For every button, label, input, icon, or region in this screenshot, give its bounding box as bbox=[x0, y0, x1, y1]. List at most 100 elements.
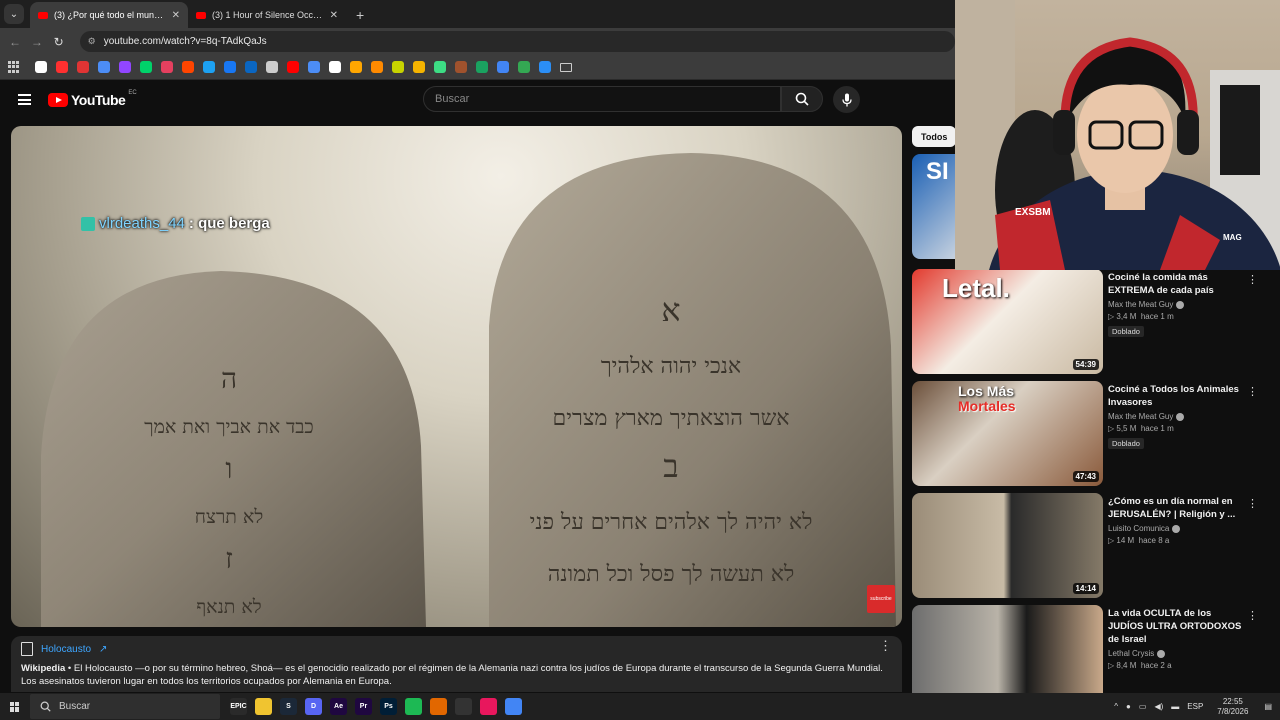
more-options-icon[interactable]: ⋮ bbox=[879, 639, 892, 652]
volume-icon[interactable]: ◀) bbox=[1154, 702, 1163, 711]
video-thumbnail[interactable]: Los Más Mortales 47:43 bbox=[912, 381, 1103, 486]
video-title[interactable]: Cociné a Todos los Animales Invasores bbox=[1108, 383, 1248, 409]
more-options-icon[interactable]: ⋮ bbox=[1247, 385, 1258, 398]
channel-name[interactable]: Max the Meat Guy bbox=[1108, 300, 1248, 309]
notifications-icon[interactable]: ▤ bbox=[1264, 702, 1272, 711]
channel-name[interactable]: Max the Meat Guy bbox=[1108, 412, 1248, 421]
recommendation-item[interactable]: 14:14 ¿Cómo es un día normal en JERUSALÉ… bbox=[912, 493, 1280, 598]
search-button[interactable] bbox=[781, 86, 823, 112]
video-thumbnail[interactable]: Letal. 54:39 bbox=[912, 269, 1103, 374]
bookmark-icon[interactable] bbox=[161, 61, 173, 73]
bookmark-icon[interactable] bbox=[350, 61, 362, 73]
bookmark-icon[interactable] bbox=[35, 61, 47, 73]
channel-name[interactable]: Luisito Comunica bbox=[1108, 524, 1248, 533]
bookmark-icon[interactable] bbox=[224, 61, 236, 73]
forward-button[interactable]: → bbox=[26, 35, 48, 49]
search-input[interactable]: Buscar bbox=[423, 86, 781, 112]
recommendation-item[interactable]: Letal. 54:39 Cociné la comida más EXTREM… bbox=[912, 269, 1280, 374]
apps-grid-icon[interactable] bbox=[8, 61, 20, 73]
bookmark-icon[interactable] bbox=[140, 61, 152, 73]
network-icon[interactable]: ▭ bbox=[1139, 702, 1147, 711]
channel-name[interactable]: Lethal Crysis bbox=[1108, 649, 1248, 658]
reload-button[interactable]: ↻ bbox=[48, 35, 70, 49]
address-bar[interactable]: ⚙ youtube.com/watch?v=8q-TAdkQaJs bbox=[79, 31, 955, 52]
browser-tab-active[interactable]: (3) ¿Por qué todo el mundo odia a los ju… bbox=[30, 2, 188, 28]
info-panel-header[interactable]: Holocausto ↗ bbox=[21, 642, 892, 656]
video-duration: 47:43 bbox=[1072, 471, 1099, 482]
bookmark-icon[interactable] bbox=[182, 61, 194, 73]
video-frame: הכבד את אביך ואת אמךולא תרצחזלא תנאףח אא… bbox=[41, 153, 896, 627]
clock[interactable]: 22:55 7/8/2026 bbox=[1217, 697, 1248, 717]
bookmark-icon[interactable] bbox=[497, 61, 509, 73]
more-options-icon[interactable]: ⋮ bbox=[1247, 273, 1258, 286]
battery-icon[interactable]: ▬ bbox=[1171, 702, 1179, 711]
bookmark-icon[interactable] bbox=[476, 61, 488, 73]
tray-overflow-icon[interactable]: ^ bbox=[1114, 702, 1118, 711]
taskbar-app-icon[interactable] bbox=[405, 698, 422, 715]
bookmark-icon[interactable] bbox=[245, 61, 257, 73]
taskbar-app-icon[interactable] bbox=[455, 698, 472, 715]
youtube-header: YouTube EC Buscar bbox=[0, 81, 955, 119]
bookmark-icon[interactable] bbox=[371, 61, 383, 73]
new-tab-button[interactable]: + bbox=[356, 7, 364, 23]
video-title[interactable]: La vida OCULTA de los JUDÍOS ULTRA ORTOD… bbox=[1108, 607, 1248, 646]
bookmark-icon[interactable] bbox=[98, 61, 110, 73]
close-tab-icon[interactable]: ✕ bbox=[172, 10, 180, 21]
bookmark-icon[interactable] bbox=[539, 61, 551, 73]
windows-start-button[interactable] bbox=[0, 693, 30, 720]
video-title[interactable]: ¿Cómo es un día normal en JERUSALÉN? | R… bbox=[1108, 495, 1248, 521]
taskbar-app-icon[interactable] bbox=[480, 698, 497, 715]
language-indicator[interactable]: ESP bbox=[1187, 702, 1203, 711]
youtube-wordmark: YouTube bbox=[71, 92, 126, 108]
bookmark-icon[interactable] bbox=[266, 61, 278, 73]
taskbar-app-icon[interactable]: Ps bbox=[380, 698, 397, 715]
bookmark-icon[interactable] bbox=[119, 61, 131, 73]
info-panel-text: Wikipedia • El Holocausto —o por su térm… bbox=[21, 662, 892, 688]
taskbar-app-icon[interactable]: Ae bbox=[330, 698, 347, 715]
tab-search-button[interactable]: ⌄ bbox=[4, 4, 24, 24]
bookmark-icon[interactable] bbox=[434, 61, 446, 73]
chip-all[interactable]: Todos bbox=[912, 126, 957, 147]
bookmark-folder-icon[interactable] bbox=[560, 62, 572, 72]
taskbar-app-icon[interactable] bbox=[255, 698, 272, 715]
menu-icon[interactable] bbox=[18, 94, 31, 105]
youtube-favicon-icon bbox=[38, 11, 48, 19]
tab-title: (3) ¿Por qué todo el mundo odia a los ju… bbox=[54, 10, 166, 20]
recommendation-item[interactable]: Los Más Mortales 47:43 Cociné a Todos lo… bbox=[912, 381, 1280, 486]
bookmark-icon[interactable] bbox=[518, 61, 530, 73]
back-button[interactable]: ← bbox=[4, 35, 26, 49]
bookmark-icon[interactable] bbox=[413, 61, 425, 73]
bookmark-icon[interactable] bbox=[455, 61, 467, 73]
url-text: youtube.com/watch?v=8q-TAdkQaJs bbox=[103, 36, 267, 47]
taskbar-app-icon[interactable] bbox=[505, 698, 522, 715]
taskbar-app-icon[interactable] bbox=[430, 698, 447, 715]
bookmark-icon[interactable] bbox=[77, 61, 89, 73]
taskbar-app-icon[interactable]: Pr bbox=[355, 698, 372, 715]
video-title[interactable]: Cociné la comida más EXTREMA de cada paí… bbox=[1108, 271, 1248, 297]
youtube-logo[interactable]: YouTube EC bbox=[48, 90, 137, 108]
video-thumbnail[interactable] bbox=[912, 605, 1103, 693]
site-info-icon[interactable]: ⚙ bbox=[88, 36, 96, 47]
more-options-icon[interactable]: ⋮ bbox=[1247, 609, 1258, 622]
video-player[interactable]: הכבד את אביך ואת אמךולא תרצחזלא תנאףח אא… bbox=[11, 126, 902, 627]
video-thumbnail[interactable]: 14:14 bbox=[912, 493, 1103, 598]
bookmark-icon[interactable] bbox=[287, 61, 299, 73]
bookmark-icon[interactable] bbox=[56, 61, 68, 73]
info-source[interactable]: Wikipedia bbox=[21, 663, 65, 674]
recommendation-item[interactable]: La vida OCULTA de los JUDÍOS ULTRA ORTOD… bbox=[912, 605, 1280, 693]
bookmark-icon[interactable] bbox=[392, 61, 404, 73]
info-panel-title[interactable]: Holocausto bbox=[41, 644, 91, 655]
taskbar-app-icon[interactable]: S bbox=[280, 698, 297, 715]
browser-tab[interactable]: (3) 1 Hour of Silence Occasionally Broke… bbox=[188, 2, 346, 28]
bookmark-icon[interactable] bbox=[329, 61, 341, 73]
microphone-icon[interactable]: ● bbox=[1126, 702, 1131, 711]
bookmark-icon[interactable] bbox=[203, 61, 215, 73]
subscribe-watermark[interactable]: subscribe bbox=[867, 585, 895, 613]
taskbar-app-icon[interactable]: EPIC bbox=[230, 698, 247, 715]
taskbar-app-icon[interactable]: D bbox=[305, 698, 322, 715]
voice-search-button[interactable] bbox=[833, 86, 860, 113]
bookmark-icon[interactable] bbox=[308, 61, 320, 73]
close-tab-icon[interactable]: ✕ bbox=[330, 10, 338, 21]
more-options-icon[interactable]: ⋮ bbox=[1247, 497, 1258, 510]
taskbar-search[interactable]: Buscar bbox=[30, 694, 220, 719]
